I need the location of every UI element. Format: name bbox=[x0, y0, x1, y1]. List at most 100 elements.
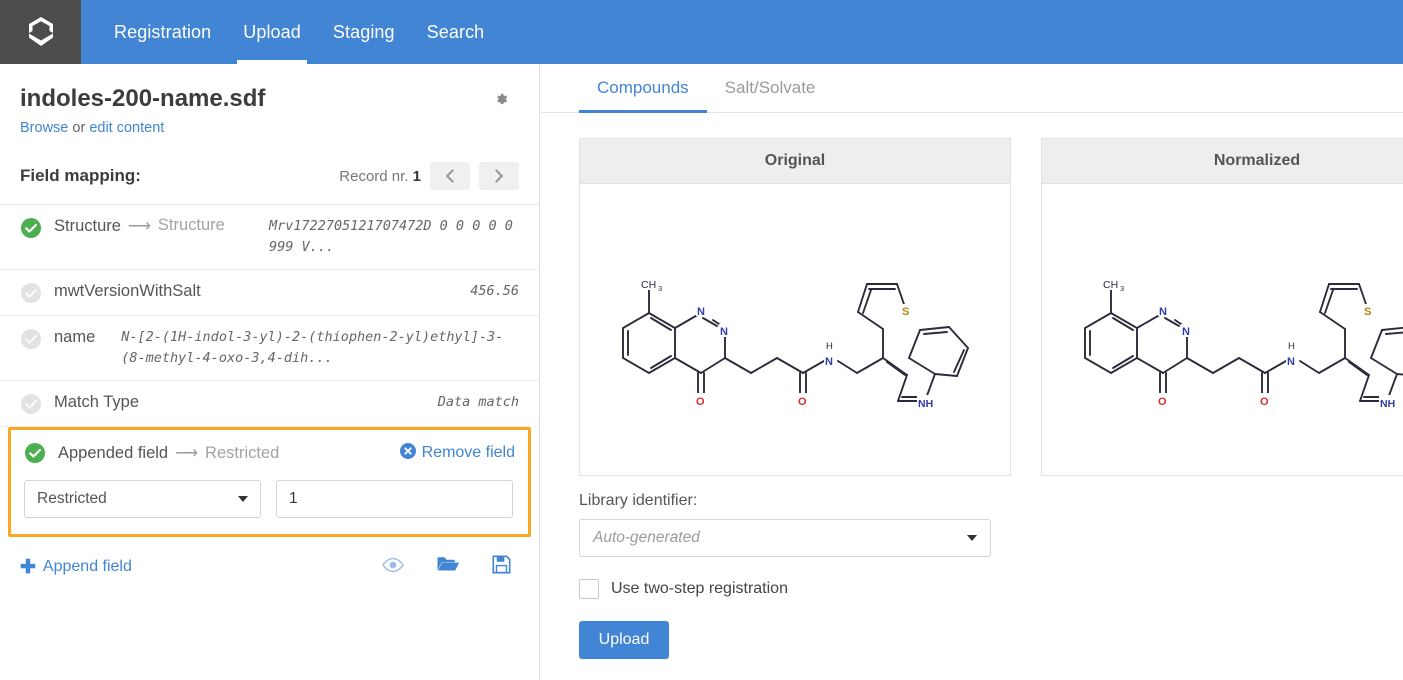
gear-icon[interactable] bbox=[492, 90, 512, 110]
svg-text:3: 3 bbox=[1120, 284, 1124, 293]
svg-text:H: H bbox=[826, 341, 833, 352]
svg-text:N: N bbox=[825, 356, 833, 368]
nav-label: Registration bbox=[114, 22, 211, 43]
check-circle-filled-icon[interactable] bbox=[24, 442, 46, 464]
nav-label: Staging bbox=[333, 22, 395, 43]
preview-tabs: Compounds Salt/Solvate bbox=[541, 64, 1403, 113]
field-value: 456.56 bbox=[456, 281, 519, 302]
svg-text:3: 3 bbox=[658, 284, 662, 293]
appended-field-label: Appended field bbox=[58, 444, 168, 463]
remove-field-label: Remove field bbox=[422, 444, 515, 462]
molecule-diagram: CH3 N N O O N H bbox=[1057, 240, 1403, 420]
remove-circle-icon bbox=[400, 443, 416, 464]
chevron-down-icon bbox=[238, 496, 248, 502]
upload-form: Library identifier: Auto-generated Use t… bbox=[541, 476, 1403, 659]
structure-image-normalized: CH3 N N O O N H bbox=[1042, 184, 1403, 475]
nav-item-search[interactable]: Search bbox=[411, 0, 501, 64]
prev-record-button[interactable] bbox=[430, 162, 470, 190]
svg-text:H: H bbox=[1288, 341, 1295, 352]
maps-to-arrow-icon: ⟶ bbox=[175, 443, 198, 463]
svg-text:N: N bbox=[720, 326, 728, 338]
save-disk-icon[interactable] bbox=[492, 555, 511, 579]
folder-open-icon[interactable] bbox=[436, 555, 460, 579]
svg-text:N: N bbox=[1182, 326, 1190, 338]
appended-field-controls: Restricted 1 bbox=[24, 480, 515, 518]
append-field-label: Append field bbox=[43, 558, 132, 576]
nav-items: Registration Upload Staging Search bbox=[98, 0, 500, 64]
check-circle-muted-icon[interactable] bbox=[20, 393, 42, 415]
two-step-registration-row: Use two-step registration bbox=[579, 579, 1403, 599]
table-row[interactable]: mwtVersionWithSalt 456.56 bbox=[0, 270, 539, 316]
check-circle-muted-icon[interactable] bbox=[20, 328, 42, 350]
table-row[interactable]: Structure ⟶ Structure Mrv172270512170747… bbox=[0, 205, 539, 270]
tab-compounds[interactable]: Compounds bbox=[579, 64, 707, 112]
structure-cards: Original bbox=[541, 113, 1403, 476]
check-circle-muted-icon[interactable] bbox=[20, 282, 42, 304]
next-record-button[interactable] bbox=[479, 162, 519, 190]
library-identifier-select[interactable]: Auto-generated bbox=[579, 519, 991, 557]
appended-field-value-input[interactable]: 1 bbox=[276, 480, 513, 518]
table-row[interactable]: name N-[2-(1H-indol-3-yl)-2-(thiophen-2-… bbox=[0, 316, 539, 381]
field-value: N-[2-(1H-indol-3-yl)-2-(thiophen-2-yl)et… bbox=[107, 327, 519, 369]
svg-text:N: N bbox=[697, 306, 705, 318]
svg-text:CH: CH bbox=[641, 279, 656, 291]
svg-text:S: S bbox=[1364, 306, 1371, 318]
compound-preview-panel: Compounds Salt/Solvate Original bbox=[541, 64, 1403, 680]
chevron-down-icon bbox=[967, 535, 977, 541]
structure-image-original: CH3 N N O O N H bbox=[580, 184, 1010, 475]
upload-button[interactable]: Upload bbox=[579, 621, 669, 659]
record-text: Record nr. bbox=[339, 168, 412, 185]
appended-field-value-text: 1 bbox=[289, 490, 298, 508]
record-navigator: Record nr. 1 bbox=[339, 162, 519, 190]
appended-field-select[interactable]: Restricted bbox=[24, 480, 261, 518]
field-source-label: name bbox=[54, 327, 95, 347]
edit-content-link[interactable]: edit content bbox=[89, 120, 164, 136]
file-actions: Browse or edit content bbox=[20, 120, 519, 136]
appended-field-block: Appended field ⟶ Restricted Remove field… bbox=[8, 427, 531, 537]
tab-salt-solvate[interactable]: Salt/Solvate bbox=[707, 64, 834, 112]
nav-item-upload[interactable]: Upload bbox=[227, 0, 317, 64]
nav-label: Search bbox=[427, 22, 485, 43]
svg-text:NH: NH bbox=[1380, 398, 1395, 410]
field-mapping-sidebar: indoles-200-name.sdf Browse or edit cont… bbox=[0, 64, 540, 680]
nav-item-staging[interactable]: Staging bbox=[317, 0, 411, 64]
field-source-label: Structure bbox=[54, 216, 121, 236]
field-target-label: Structure bbox=[158, 216, 225, 235]
append-field-button[interactable]: ✚ Append field bbox=[20, 558, 132, 577]
app-logo[interactable] bbox=[0, 0, 81, 64]
sidebar-footer-icons bbox=[382, 555, 519, 579]
appended-field-select-value: Restricted bbox=[37, 490, 107, 508]
svg-text:O: O bbox=[696, 396, 705, 408]
eye-icon[interactable] bbox=[382, 557, 404, 578]
field-source-label: Match Type bbox=[54, 392, 139, 412]
chevron-right-icon bbox=[493, 168, 505, 184]
file-name-title: indoles-200-name.sdf bbox=[20, 86, 519, 112]
remove-field-button[interactable]: Remove field bbox=[400, 443, 515, 464]
or-text: or bbox=[68, 120, 89, 136]
tab-label: Salt/Solvate bbox=[725, 78, 816, 98]
browse-link[interactable]: Browse bbox=[20, 120, 68, 136]
appended-field-target: Restricted bbox=[205, 444, 279, 463]
two-step-registration-checkbox[interactable] bbox=[579, 579, 599, 599]
svg-text:O: O bbox=[1260, 396, 1269, 408]
appended-field-header: Appended field ⟶ Restricted Remove field bbox=[24, 442, 515, 464]
structure-card-caption: Normalized bbox=[1042, 139, 1403, 184]
top-navigation-bar: Registration Upload Staging Search bbox=[0, 0, 1403, 64]
svg-text:S: S bbox=[902, 306, 909, 318]
nav-label: Upload bbox=[243, 22, 301, 43]
field-value: Data match bbox=[424, 392, 519, 413]
tab-label: Compounds bbox=[597, 78, 689, 98]
check-circle-filled-icon[interactable] bbox=[20, 217, 42, 239]
two-step-registration-label[interactable]: Use two-step registration bbox=[611, 580, 788, 598]
table-row[interactable]: Match Type Data match bbox=[0, 381, 539, 427]
field-mapping-rows: Structure ⟶ Structure Mrv172270512170747… bbox=[0, 204, 539, 427]
upload-button-label: Upload bbox=[599, 631, 650, 649]
field-mapping-bar: Field mapping: Record nr. 1 bbox=[0, 162, 539, 204]
plus-icon: ✚ bbox=[20, 558, 36, 577]
chevron-left-icon bbox=[444, 168, 456, 184]
molecule-diagram: CH3 N N O O N H bbox=[595, 240, 995, 420]
nav-item-registration[interactable]: Registration bbox=[98, 0, 227, 64]
field-source-label: mwtVersionWithSalt bbox=[54, 281, 201, 301]
svg-text:O: O bbox=[1158, 396, 1167, 408]
record-number-label: Record nr. 1 bbox=[339, 168, 421, 185]
